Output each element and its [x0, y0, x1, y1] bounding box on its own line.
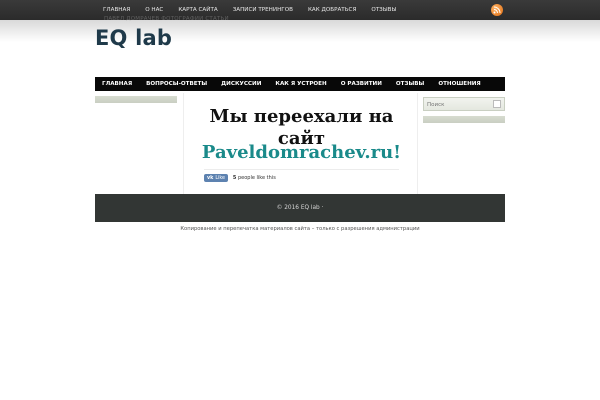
top-bar-shadow [0, 20, 600, 42]
search-icon[interactable] [493, 100, 501, 108]
mainnav-item-discussions[interactable]: ДИСКУССИИ [214, 77, 268, 91]
mainnav-item-how-i-work[interactable]: КАК Я УСТРОЕН [268, 77, 333, 91]
divider [204, 169, 399, 170]
site-title[interactable]: EQ lab [95, 26, 172, 50]
left-sidebar [95, 96, 177, 194]
right-sidebar-header-bar [423, 116, 505, 123]
mainnav-item-home[interactable]: ГЛАВНАЯ [95, 77, 139, 91]
main-navigation: ГЛАВНАЯ ВОПРОСЫ-ОТВЕТЫ ДИСКУССИИ КАК Я У… [95, 77, 505, 91]
like-count-suffix: people like this [237, 175, 276, 181]
rss-icon[interactable] [491, 4, 503, 16]
topnav-item-reviews[interactable]: ОТЗЫВЫ [364, 0, 404, 20]
search-input[interactable] [427, 100, 495, 109]
new-site-link[interactable]: Paveldomrachev.ru! [184, 142, 419, 164]
topnav-item-directions[interactable]: КАК ДОБРАТЬСЯ [300, 0, 363, 20]
like-button-label: Like [215, 175, 225, 181]
right-sidebar [423, 97, 505, 194]
footer: © 2016 EQ lab · [95, 194, 505, 222]
topnav-item-trainings[interactable]: ЗАПИСИ ТРЕНИНГОВ [225, 0, 300, 20]
mainnav-item-relationships[interactable]: ОТНОШЕНИЯ [431, 77, 487, 91]
left-sidebar-header-bar [95, 96, 177, 103]
vk-icon: vk [207, 175, 214, 181]
mainnav-item-faq[interactable]: ВОПРОСЫ-ОТВЕТЫ [139, 77, 214, 91]
topnav-overflow-text: ПАВЕЛ ДОМРАЧЕВ ФОТОГРАФИИ СТАТЬИ [104, 16, 229, 22]
like-count-text: 5 people like this [233, 175, 276, 181]
mainnav-item-reviews[interactable]: ОТЗЫВЫ [389, 77, 431, 91]
like-count: 5 [232, 175, 237, 181]
vk-like-button[interactable]: vk Like [204, 174, 228, 182]
mainnav-item-development[interactable]: О РАЗВИТИИ [334, 77, 389, 91]
like-widget: vk Like 5 people like this [204, 174, 276, 182]
search-form [423, 97, 505, 111]
footer-copyright: © 2016 EQ lab · [276, 205, 324, 211]
copyright-note: Копирование и перепечатка материалов сай… [180, 226, 420, 232]
main-content: Мы переехали на сайт Paveldomrachev.ru! … [183, 93, 418, 194]
